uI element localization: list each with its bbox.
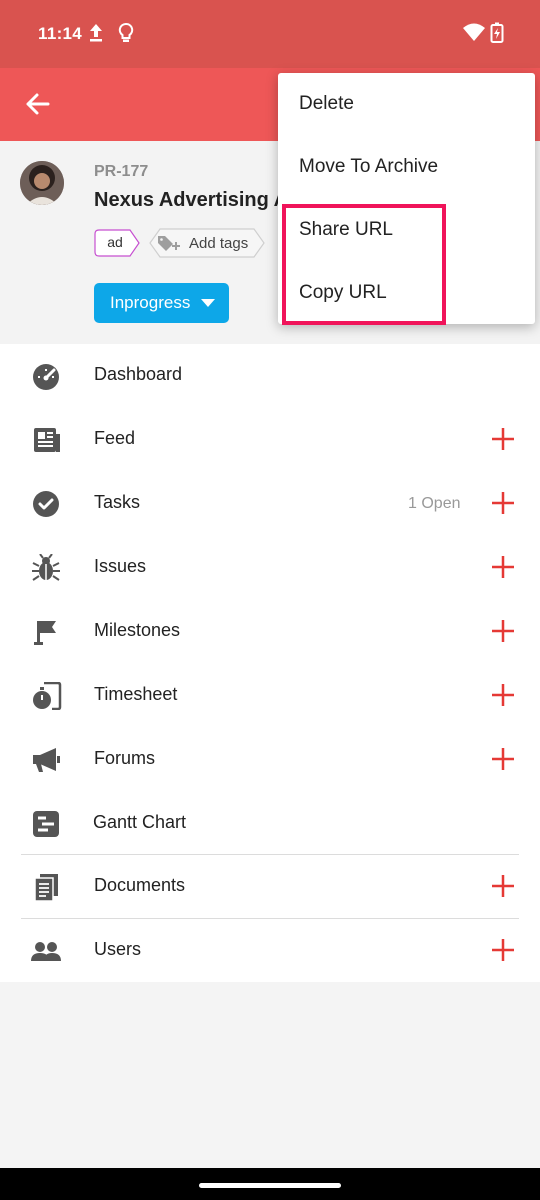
- add-milestone-plus-icon[interactable]: [490, 618, 516, 644]
- user-photo: [20, 161, 64, 205]
- module-issues[interactable]: Issues: [0, 536, 540, 600]
- home-gesture-handle[interactable]: [199, 1183, 341, 1188]
- status-label: Inprogress: [110, 293, 191, 312]
- gantt-icon: [33, 811, 59, 837]
- add-user-plus-icon[interactable]: [490, 937, 516, 963]
- menu-item-delete[interactable]: Delete: [278, 73, 535, 136]
- status-dropdown[interactable]: Inprogress: [94, 283, 229, 323]
- module-milestones[interactable]: Milestones: [0, 600, 540, 664]
- module-dashboard[interactable]: Dashboard: [0, 344, 540, 408]
- users-icon: [31, 942, 61, 961]
- add-forum-plus-icon[interactable]: [490, 746, 516, 772]
- system-nav-bar: [0, 1168, 540, 1200]
- add-feed-plus-icon[interactable]: [490, 426, 516, 452]
- menu-item-label: Copy URL: [299, 282, 387, 303]
- check-circle-icon: [33, 491, 59, 517]
- overflow-menu: Delete Move To Archive Share URL Copy UR…: [278, 73, 535, 324]
- tag-plus-icon: [158, 236, 180, 251]
- module-forums[interactable]: Forums: [0, 728, 540, 792]
- module-label: Forums: [94, 748, 156, 768]
- module-documents[interactable]: Documents: [0, 855, 540, 919]
- speedometer-icon: [33, 364, 59, 390]
- menu-item-move-to-archive[interactable]: Move To Archive: [278, 136, 535, 199]
- module-gantt-chart[interactable]: Gantt Chart: [0, 792, 540, 856]
- back-button[interactable]: [18, 80, 58, 128]
- module-label: Feed: [94, 428, 136, 448]
- module-label: Issues: [94, 556, 147, 576]
- bug-icon: [32, 554, 60, 581]
- add-task-plus-icon[interactable]: [490, 490, 516, 516]
- menu-item-share-url[interactable]: Share URL: [278, 199, 535, 262]
- module-label: Tasks: [94, 492, 141, 512]
- tag-label: ad: [107, 234, 123, 250]
- open-count: 1 Open: [408, 495, 461, 512]
- add-tags-button[interactable]: Add tags: [146, 228, 265, 258]
- add-timesheet-plus-icon[interactable]: [490, 682, 516, 708]
- project-title: Nexus Advertising A: [94, 189, 289, 211]
- module-label: Timesheet: [94, 684, 178, 704]
- module-tasks[interactable]: Tasks 1 Open: [0, 472, 540, 536]
- stopwatch-icon: [33, 682, 62, 710]
- module-timesheet[interactable]: Timesheet: [0, 664, 540, 728]
- add-tags-label: Add tags: [189, 235, 249, 252]
- caret-down-icon: [201, 299, 215, 307]
- menu-item-copy-url[interactable]: Copy URL: [278, 262, 535, 325]
- megaphone-icon: [33, 748, 60, 772]
- lightbulb-icon: [118, 22, 134, 42]
- avatar[interactable]: [20, 161, 64, 205]
- menu-item-label: Move To Archive: [299, 156, 439, 177]
- module-list: Dashboard Feed Tasks 1 Open Issues Miles…: [0, 344, 540, 982]
- add-document-plus-icon[interactable]: [490, 873, 516, 899]
- module-users[interactable]: Users: [0, 919, 540, 983]
- module-feed[interactable]: Feed: [0, 408, 540, 472]
- documents-icon: [34, 874, 58, 901]
- arrow-left-icon: [26, 93, 50, 115]
- status-time: 11:14: [38, 24, 83, 43]
- flag-icon: [34, 621, 56, 645]
- module-label: Users: [94, 939, 142, 959]
- module-label: Dashboard: [94, 364, 183, 384]
- upload-icon: [90, 24, 102, 42]
- project-id: PR-177: [94, 163, 149, 180]
- newspaper-icon: [34, 428, 60, 452]
- menu-item-label: Delete: [299, 93, 354, 114]
- module-label: Milestones: [94, 620, 181, 640]
- status-bar: 11:14: [0, 0, 540, 68]
- module-label: Gantt Chart: [93, 812, 187, 832]
- menu-item-label: Share URL: [299, 219, 393, 240]
- battery-charging-icon: [490, 22, 504, 43]
- module-label: Documents: [94, 875, 186, 895]
- tag-chip[interactable]: ad: [94, 229, 140, 257]
- wifi-icon: [463, 23, 485, 41]
- add-issue-plus-icon[interactable]: [490, 554, 516, 580]
